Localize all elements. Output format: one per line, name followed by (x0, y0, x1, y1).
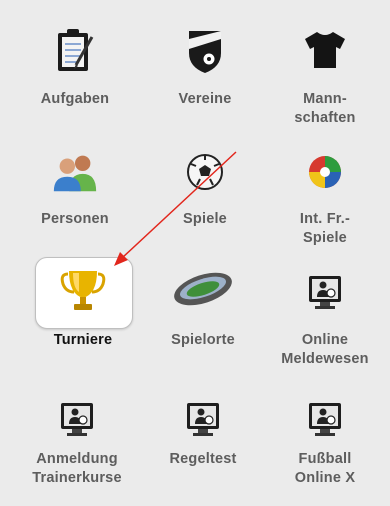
clipboard-icon (50, 20, 100, 80)
tile-label: Spiele (183, 211, 227, 227)
tile-label: Personen (41, 211, 109, 227)
tile-label: Vereine (178, 91, 232, 107)
tile-label: Regeltest (169, 451, 237, 467)
tile-online-meldewesen[interactable]: Online Meldewesen (270, 257, 380, 375)
international-ball-icon (300, 142, 350, 202)
tile-anmeldung-trainerkurse[interactable]: Anmeldung Trainerkurse (22, 388, 132, 506)
tile-regeltest[interactable]: Regeltest (148, 388, 258, 506)
tile-fussball-online-x[interactable]: Fußball Online X (270, 388, 380, 506)
soccer-ball-icon (180, 142, 230, 202)
tile-int-fr-spiele[interactable]: Int. Fr.- Spiele (270, 142, 380, 260)
tile-label: Fußball Online X (294, 451, 356, 486)
tile-label: Spielorte (171, 332, 235, 348)
stadium-icon (170, 257, 236, 317)
tile-label: Anmeldung Trainerkurse (32, 451, 122, 486)
monitor-user-icon (300, 263, 350, 323)
tile-label: Aufgaben (40, 91, 110, 107)
tile-label: Int. Fr.- Spiele (299, 211, 351, 246)
trophy-icon (58, 261, 108, 321)
tile-spiele[interactable]: Spiele (150, 142, 260, 260)
app-menu-panel: Aufgaben Vereine Mann- schaften Personen… (0, 0, 390, 492)
monitor-user-icon (178, 390, 228, 450)
tile-mannschaften[interactable]: Mann- schaften (270, 20, 380, 138)
monitor-user-icon (52, 390, 102, 450)
tile-label: Turniere (53, 332, 113, 348)
tile-label: Online Meldewesen (281, 332, 369, 367)
people-icon (50, 142, 100, 202)
tile-vereine[interactable]: Vereine (150, 20, 260, 138)
tile-spielorte[interactable]: Spielorte (148, 257, 258, 375)
tile-turniere[interactable]: Turniere (28, 257, 138, 375)
tile-aufgaben[interactable]: Aufgaben (20, 20, 130, 138)
club-shield-icon (180, 20, 230, 80)
jersey-icon (300, 20, 350, 80)
monitor-user-icon (300, 390, 350, 450)
tile-personen[interactable]: Personen (20, 142, 130, 260)
tile-label: Mann- schaften (294, 91, 356, 126)
